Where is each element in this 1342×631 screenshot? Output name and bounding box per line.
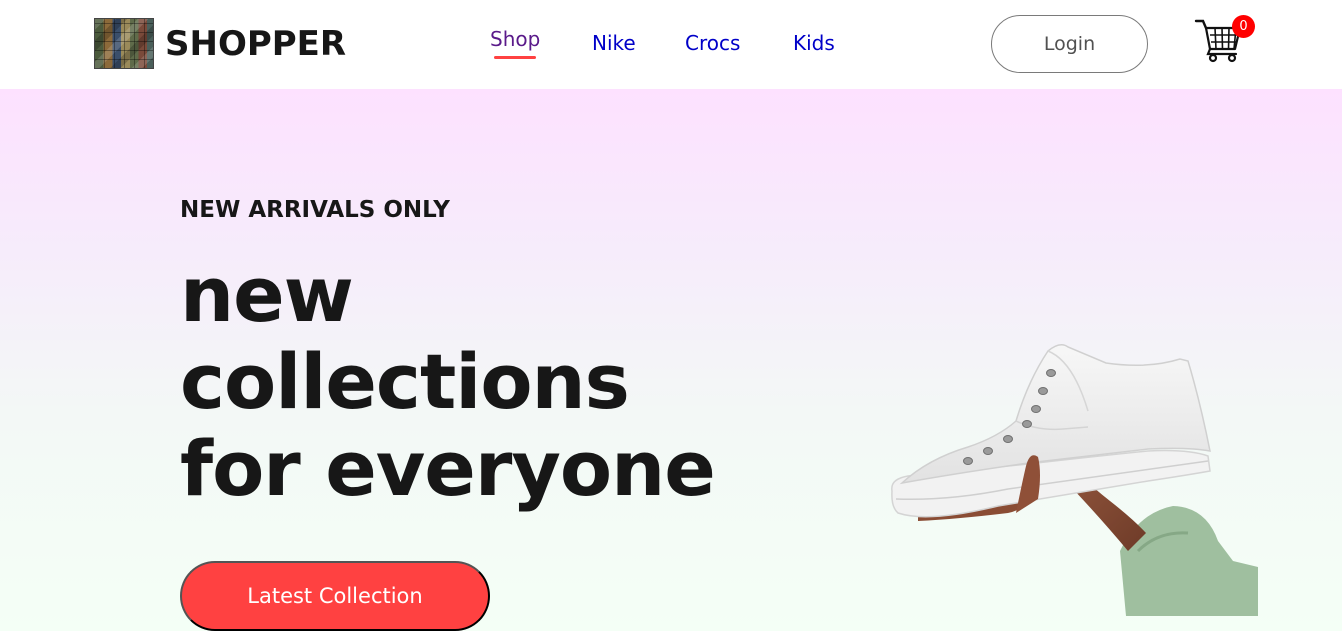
- hero-headline-line: collections: [180, 337, 630, 426]
- hero-headline-line: for everyone: [180, 424, 716, 513]
- nav-item-label: Nike: [592, 31, 636, 55]
- nav-item-label: Kids: [793, 31, 835, 55]
- cart-count-badge: 0: [1232, 15, 1255, 38]
- nav-item-kids[interactable]: Kids: [793, 31, 835, 55]
- hero-section: NEW ARRIVALS ONLY new collections for ev…: [0, 89, 1342, 631]
- hero-headline-line: new: [180, 250, 354, 339]
- nav-item-crocs[interactable]: Crocs: [685, 31, 740, 55]
- brand-logo[interactable]: SHOPPER: [94, 18, 346, 69]
- shop-logo-icon: [94, 18, 154, 69]
- nav-item-label: Shop: [490, 27, 541, 51]
- hero-sneaker-image: [891, 344, 1258, 616]
- login-button[interactable]: Login: [991, 15, 1148, 73]
- nav-item-nike[interactable]: Nike: [592, 31, 636, 55]
- nav-item-label: Crocs: [685, 31, 741, 55]
- hero-kicker: NEW ARRIVALS ONLY: [180, 197, 450, 223]
- active-indicator: [494, 56, 536, 59]
- navbar: SHOPPER Shop Nike Crocs Kids Login 0: [0, 0, 1342, 89]
- nav-item-shop[interactable]: Shop: [490, 27, 541, 59]
- latest-collection-button[interactable]: Latest Collection: [180, 561, 490, 631]
- brand-name: SHOPPER: [165, 23, 347, 64]
- hero-headline: new collections for everyone: [180, 250, 716, 513]
